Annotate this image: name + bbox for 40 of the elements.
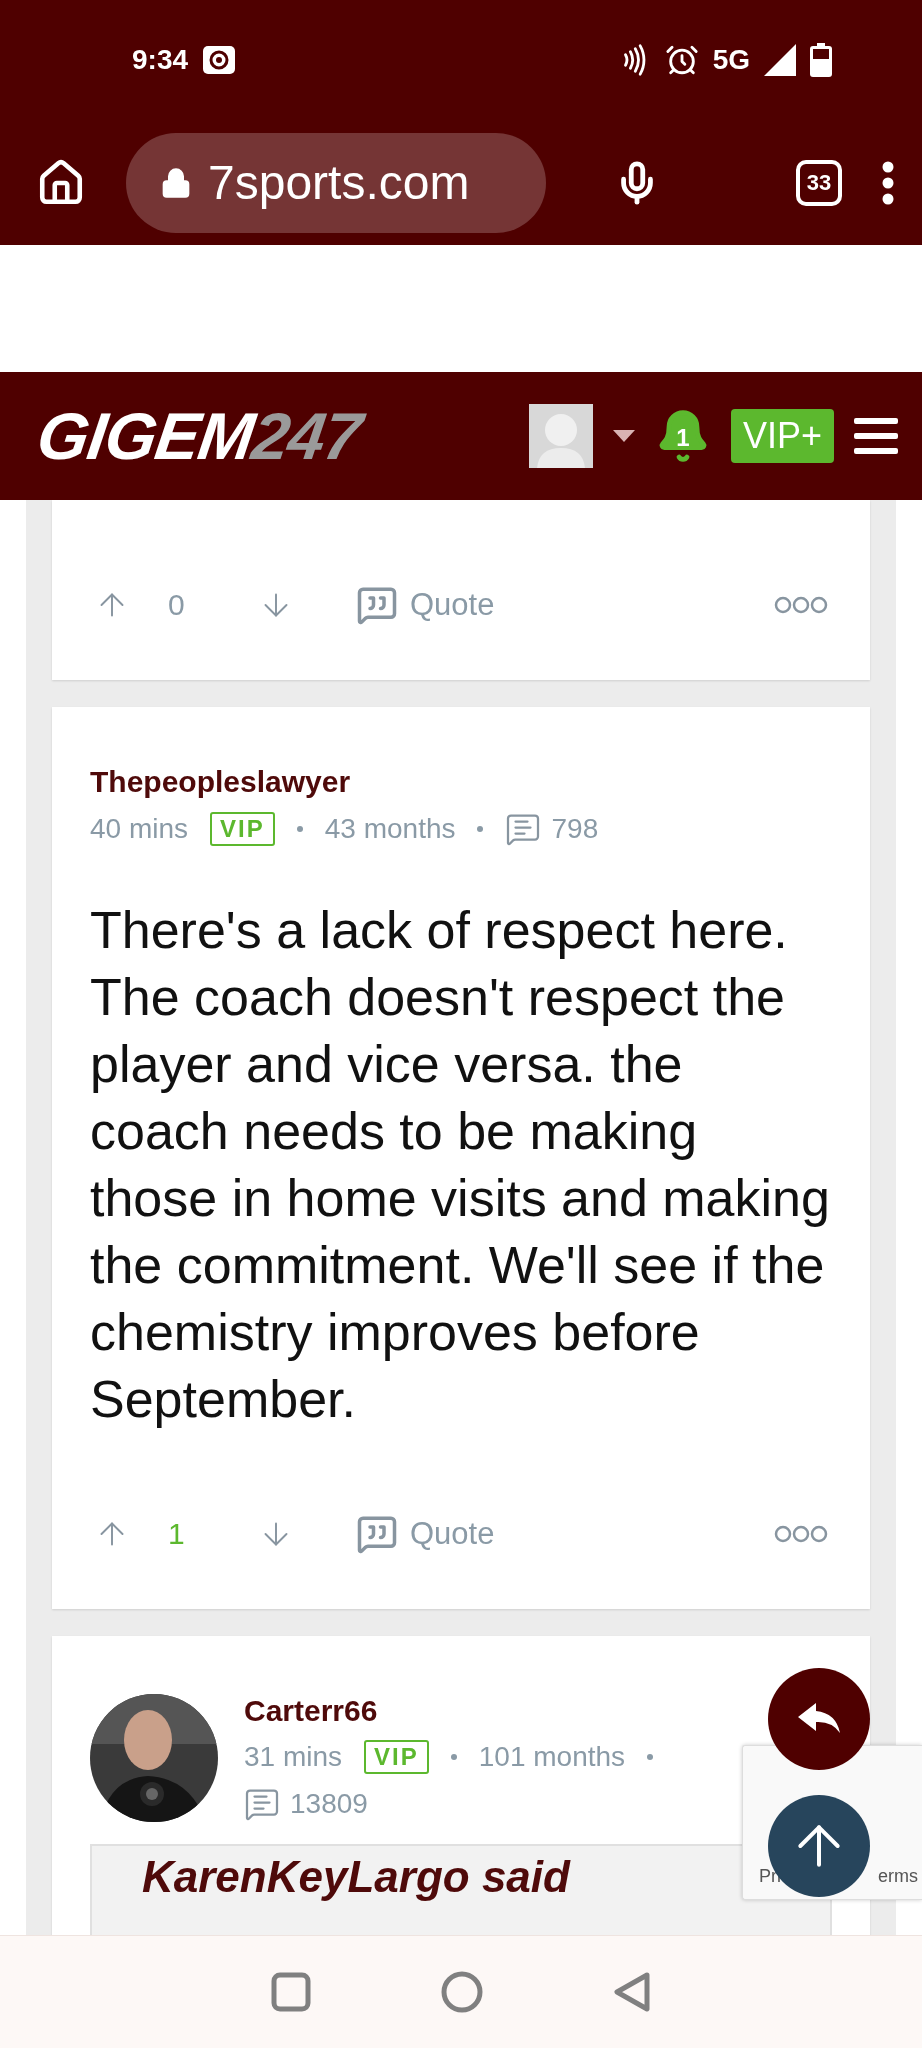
- address-bar[interactable]: 7sports.com: [126, 132, 546, 233]
- url-text: 7sports.com: [208, 155, 470, 210]
- site-logo[interactable]: GIGEM247: [32, 398, 366, 474]
- separator-dot: [647, 1754, 654, 1760]
- vote-count: 0: [168, 588, 186, 622]
- notification-count: 1: [675, 424, 691, 452]
- separator-dot: [450, 1754, 457, 1760]
- post-body: There's a lack of respect here. The coach doesn't respect the player and vice versa. the coach needs to be making those in home visits and making the commitment. We'll see if the chemistry improves before September.: [90, 900, 831, 1430]
- member-tenure: 101 months: [478, 1741, 626, 1773]
- author-name[interactable]: Thepeopleslawyer: [90, 765, 832, 799]
- tab-count-button[interactable]: 33: [796, 159, 842, 206]
- vote-count: 1: [168, 1517, 186, 1551]
- posts-icon: [505, 811, 542, 847]
- more-icon[interactable]: [774, 596, 828, 614]
- author-name[interactable]: Carterr66: [244, 1694, 734, 1728]
- vip-badge: VIP: [364, 1740, 429, 1774]
- caret-icon[interactable]: [612, 430, 635, 442]
- alarm-icon: [664, 43, 699, 77]
- recaptcha-text: erms: [878, 1866, 918, 1887]
- back-icon[interactable]: [613, 1971, 651, 2013]
- more-icon[interactable]: [774, 1525, 828, 1543]
- posts-icon: [244, 1786, 280, 1822]
- status-time: 9:34: [132, 44, 189, 76]
- post-count: 13809: [290, 1788, 368, 1820]
- post-time: 40 mins: [90, 813, 189, 845]
- recents-icon[interactable]: [271, 1972, 311, 2012]
- separator-dot: [477, 826, 484, 832]
- quote-author: KarenKeyLargo said: [142, 1852, 570, 1901]
- lock-icon: [160, 166, 192, 199]
- menu-dots-icon[interactable]: [882, 160, 894, 205]
- separator-dot: [296, 826, 303, 832]
- menu-icon[interactable]: [854, 418, 898, 454]
- post-time: 31 mins: [244, 1741, 343, 1773]
- post-count: 798: [551, 813, 599, 845]
- vip-badge: VIP: [210, 812, 275, 846]
- hotspot-icon: [202, 45, 237, 75]
- battery-icon: [810, 43, 832, 77]
- network-type: 5G: [712, 44, 750, 76]
- member-tenure: 43 months: [324, 813, 456, 845]
- signal-icon: [764, 44, 796, 76]
